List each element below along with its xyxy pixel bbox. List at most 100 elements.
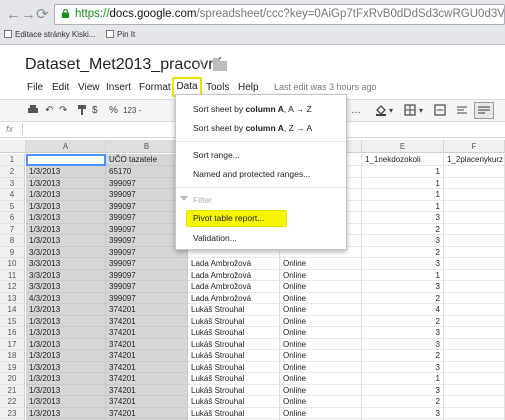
row-number[interactable]: 9 <box>0 246 25 258</box>
cell-a[interactable]: 1/3/2013 <box>26 223 106 235</box>
cell-e[interactable]: 4 <box>362 304 444 316</box>
cell-d[interactable]: Online <box>280 292 362 304</box>
cell-f[interactable] <box>444 361 505 373</box>
cell-b[interactable]: 374201 <box>106 350 188 362</box>
sort-z-a-item[interactable]: Sort sheet by column A, Z → A <box>193 123 312 133</box>
cell-c[interactable]: Lukáš Strouhal <box>188 396 280 408</box>
cell-d[interactable]: Online <box>280 269 362 281</box>
cell-f[interactable] <box>444 327 505 339</box>
row-number[interactable]: 5 <box>0 200 25 212</box>
more-toolbar-icon[interactable]: … <box>351 104 361 118</box>
cell-a[interactable]: 3/3/2013 <box>26 281 106 293</box>
merge-cells-icon[interactable] <box>434 104 446 121</box>
cell-e[interactable]: 1 <box>362 373 444 385</box>
fill-color-icon[interactable] <box>375 104 387 121</box>
reload-icon[interactable]: ⟳ <box>36 7 49 23</box>
cell-f[interactable] <box>444 396 505 408</box>
cell-b[interactable]: 374201 <box>106 396 188 408</box>
cell-e[interactable]: 1 <box>362 177 444 189</box>
wrap-text-button[interactable] <box>474 102 494 119</box>
menu-file[interactable]: File <box>27 82 43 93</box>
cell-c[interactable]: Lukáš Strouhal <box>188 350 280 362</box>
row-number[interactable]: 21 <box>0 384 25 396</box>
cell-a[interactable]: 1/3/2013 <box>26 338 106 350</box>
cell-f[interactable] <box>444 269 505 281</box>
row-number[interactable]: 6 <box>0 212 25 224</box>
cell-b[interactable]: 374201 <box>106 315 188 327</box>
cell-c[interactable]: Lada Ambrožová <box>188 258 280 270</box>
cell-e[interactable]: 3 <box>362 338 444 350</box>
cell-f[interactable] <box>444 258 505 270</box>
row-number[interactable]: 11 <box>0 269 25 281</box>
menu-tools[interactable]: Tools <box>206 82 229 93</box>
cell-b[interactable]: 374201 <box>106 338 188 350</box>
cell-e[interactable]: 3 <box>362 407 444 419</box>
cell-f[interactable] <box>444 200 505 212</box>
column-header-e[interactable]: E <box>362 140 444 153</box>
cell-d[interactable]: Online <box>280 350 362 362</box>
cell-b[interactable]: 374201 <box>106 373 188 385</box>
cell-d[interactable]: Online <box>280 315 362 327</box>
row-number[interactable]: 1 <box>0 154 25 166</box>
row-number[interactable]: 18 <box>0 350 25 362</box>
row-number[interactable]: 20 <box>0 373 25 385</box>
cell-b[interactable]: 374201 <box>106 304 188 316</box>
cell-e[interactable]: 1 <box>362 166 444 178</box>
menu-view[interactable]: View <box>78 82 100 93</box>
paint-format-icon[interactable] <box>77 104 87 121</box>
bookmark-item[interactable]: Editace stránky Kiski... <box>4 26 95 44</box>
cell-e[interactable]: 2 <box>362 223 444 235</box>
star-icon[interactable]: ☆ <box>194 55 207 73</box>
select-all-corner[interactable] <box>0 140 26 153</box>
row-number[interactable]: 8 <box>0 235 25 247</box>
cell-f[interactable] <box>444 315 505 327</box>
cell-b[interactable]: 399097 <box>106 292 188 304</box>
bookmark-item[interactable]: Pin It <box>106 26 135 44</box>
menu-format[interactable]: Format <box>139 82 171 93</box>
row-number[interactable]: 17 <box>0 338 25 350</box>
percent-format-button[interactable]: % <box>109 104 118 118</box>
cell-a[interactable]: 3/3/2013 <box>26 246 106 258</box>
cell-a[interactable]: 1/3/2013 <box>26 384 106 396</box>
currency-icon[interactable]: $ <box>92 104 98 118</box>
menu-insert[interactable]: Insert <box>106 82 131 93</box>
cell-a[interactable]: 3/3/2013 <box>26 269 106 281</box>
row-number[interactable]: 3 <box>0 177 25 189</box>
row-number[interactable]: 14 <box>0 304 25 316</box>
back-icon[interactable]: ← <box>6 7 21 23</box>
cell-a[interactable]: 3/3/2013 <box>26 258 106 270</box>
cell-b[interactable]: 374201 <box>106 361 188 373</box>
row-number[interactable]: 22 <box>0 396 25 408</box>
cell-c[interactable]: Lukáš Strouhal <box>188 361 280 373</box>
cell-f[interactable] <box>444 212 505 224</box>
cell-a[interactable]: 1/3/2013 <box>26 177 106 189</box>
cell-a[interactable]: 1/3/2013 <box>26 189 106 201</box>
cell-c[interactable]: Lukáš Strouhal <box>188 384 280 396</box>
cell-c[interactable]: Lukáš Strouhal <box>188 327 280 339</box>
cell-a[interactable]: 1/3/2013 <box>26 235 106 247</box>
cell-a[interactable]: 1/3/2013 <box>26 373 106 385</box>
cell-e[interactable]: 3 <box>362 235 444 247</box>
cell-b[interactable]: 399097 <box>106 258 188 270</box>
cell-f[interactable] <box>444 292 505 304</box>
menu-help[interactable]: Help <box>238 82 259 93</box>
cell-f[interactable] <box>444 189 505 201</box>
cell-f[interactable] <box>444 166 505 178</box>
address-bar[interactable]: https://docs.google.com/spreadsheet/ccc?… <box>54 4 505 25</box>
column-header-a[interactable]: A <box>26 140 106 153</box>
cell-a[interactable]: 1/3/2013 <box>26 361 106 373</box>
cell-e[interactable]: 2 <box>362 396 444 408</box>
cell-d[interactable]: Online <box>280 407 362 419</box>
cell-f[interactable] <box>444 235 505 247</box>
cell-b[interactable]: 374201 <box>106 384 188 396</box>
cell-a[interactable]: 1/3/2013 <box>26 212 106 224</box>
row-number[interactable]: 4 <box>0 189 25 201</box>
validation-item[interactable]: Validation... <box>193 233 237 243</box>
cell-e[interactable]: 3 <box>362 361 444 373</box>
undo-icon[interactable]: ↶ <box>45 104 53 118</box>
cell-e[interactable]: 3 <box>362 327 444 339</box>
cell-e[interactable]: 2 <box>362 315 444 327</box>
cell-e[interactable]: 1 <box>362 189 444 201</box>
cell-d[interactable]: Online <box>280 258 362 270</box>
cell-f[interactable] <box>444 223 505 235</box>
